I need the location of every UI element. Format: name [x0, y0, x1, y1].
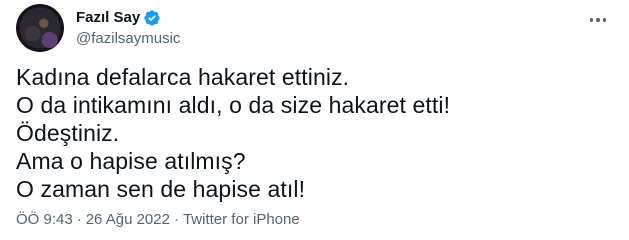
tweet-date[interactable]: 26 Ağu 2022 [86, 210, 170, 230]
tweet-card: Fazıl Say @fazilsaymusic Kadına defalarc… [0, 0, 629, 240]
tweet-line: O da intikamını aldı, o da size hakaret … [16, 92, 451, 118]
user-handle[interactable]: @fazilsaymusic [76, 29, 180, 49]
dot [589, 18, 594, 22]
more-options-icon[interactable] [583, 8, 613, 32]
tweet-line: Ödeştiniz. [16, 120, 120, 146]
tweet-text: Kadına defalarca hakaret ettiniz. O da i… [16, 63, 613, 203]
display-name[interactable]: Fazıl Say [76, 8, 140, 28]
tweet-line: Kadına defalarca hakaret ettiniz. [16, 64, 350, 90]
user-names: Fazıl Say @fazilsaymusic [76, 8, 180, 49]
meta-separator: · [76, 211, 82, 228]
tweet-source[interactable]: Twitter for iPhone [183, 210, 300, 230]
dot [596, 18, 600, 22]
tweet-time[interactable]: ÖÖ 9:43 [16, 210, 73, 230]
tweet-line: O zaman sen de hapise atıl! [16, 176, 306, 202]
tweet-meta: ÖÖ 9:43 · 26 Ağu 2022 · Twitter for iPho… [16, 210, 300, 230]
tweet-header: Fazıl Say @fazilsaymusic [16, 4, 613, 52]
avatar[interactable] [16, 4, 64, 52]
meta-separator: · [173, 211, 179, 228]
tweet-line: Ama o hapise atılmış? [16, 148, 246, 174]
verified-badge-icon [143, 9, 161, 27]
dot [602, 18, 607, 22]
name-row: Fazıl Say [76, 8, 180, 28]
